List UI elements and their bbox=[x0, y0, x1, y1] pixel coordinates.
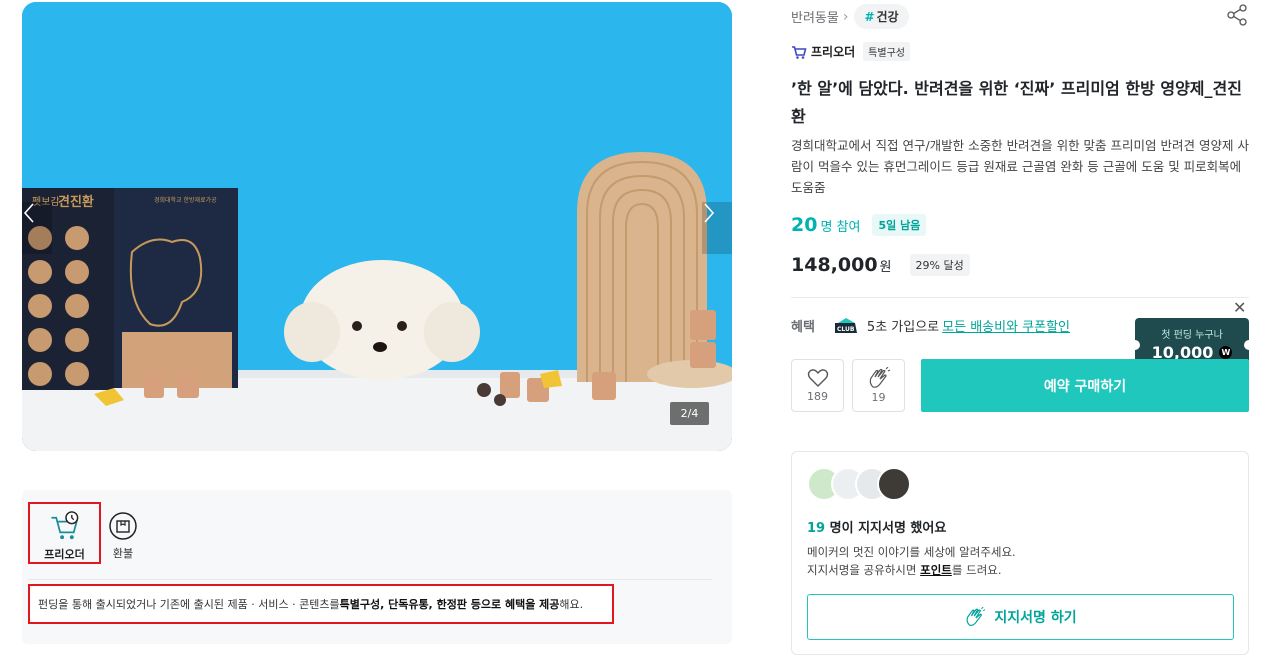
breadcrumb-category[interactable]: 반려동물 bbox=[791, 7, 839, 26]
heart-icon bbox=[807, 369, 828, 387]
preorder-label: 프리오더 bbox=[811, 45, 856, 59]
cart-icon bbox=[792, 45, 807, 59]
funding-type-description: 펀딩을 통해 출시되었거나 기존에 출시된 제품 · 서비스 · 콘텐츠를 특별… bbox=[28, 584, 614, 624]
svg-text:견진환: 견진환 bbox=[58, 194, 94, 210]
support-count: 19 bbox=[807, 521, 826, 536]
like-count: 189 bbox=[807, 390, 828, 403]
support-line-2-end: 를 드려요. bbox=[951, 563, 1002, 577]
support-sign-button-label: 지지서명 하기 bbox=[994, 610, 1077, 626]
preorder-indicator: 프리오더 특별구성 bbox=[791, 42, 910, 61]
support-signature-card: 19 명이 지지서명 했어요 메이커의 멋진 이야기를 세상에 알려주세요. 지… bbox=[791, 451, 1249, 655]
product-photo: 펫보감 견진환 경희대학교 한방재료가공 bbox=[22, 2, 732, 451]
benefit-row: 혜택 CLUB 5초 가입으로 모든 배송비와 쿠폰할인 bbox=[791, 316, 1070, 335]
participation-stats: 20 명 참여 5일 남음 bbox=[791, 214, 927, 236]
category-tag-label: 건강 bbox=[876, 10, 899, 24]
benefit-label: 혜택 bbox=[791, 320, 815, 335]
coupon-label: 첫 펀딩 누구나 bbox=[1161, 330, 1223, 341]
chevron-right-icon bbox=[704, 203, 715, 223]
supporter-avatars bbox=[807, 467, 917, 503]
carousel-next-button[interactable] bbox=[702, 202, 732, 254]
price-row: 148,000 원 29% 달성 bbox=[791, 254, 970, 276]
club-icon: CLUB bbox=[834, 317, 857, 333]
product-image-carousel[interactable]: 펫보감 견진환 경희대학교 한방재료가공 bbox=[22, 2, 732, 451]
clapping-hands-icon bbox=[869, 367, 890, 388]
description-text-end: 해요. bbox=[559, 598, 584, 611]
divider bbox=[28, 579, 712, 580]
tab-preorder-label: 프리오더 bbox=[44, 548, 85, 561]
share-icon bbox=[1227, 4, 1247, 26]
support-sign-button[interactable]: 지지서명 하기 bbox=[807, 594, 1234, 640]
breadcrumb: 반려동물 › # 건강 bbox=[791, 4, 909, 29]
support-count-title: 19 명이 지지서명 했어요 bbox=[807, 517, 946, 536]
description-text: 펀딩을 통해 출시되었거나 기존에 출시된 제품 · 서비스 · 콘텐츠를 bbox=[38, 598, 340, 611]
participant-count: 20 bbox=[791, 214, 818, 236]
description-bold-text: 특별구성, 단독유통, 한정판 등으로 혜택을 제공 bbox=[339, 598, 560, 611]
close-icon[interactable]: ✕ bbox=[1233, 298, 1246, 317]
refund-box-icon bbox=[109, 512, 137, 540]
days-left-badge: 5일 남음 bbox=[872, 214, 927, 236]
category-tag[interactable]: # 건강 bbox=[854, 4, 909, 29]
support-title-text: 명이 지지서명 했어요 bbox=[825, 521, 947, 536]
product-description: 경희대학교에서 직접 연구/개발한 소중한 반려견을 위한 맞춤 프리미엄 반려… bbox=[791, 138, 1249, 195]
won-icon: W bbox=[1219, 346, 1233, 359]
special-badge: 특별구성 bbox=[863, 42, 910, 61]
svg-text:경희대학교 한방재료가공: 경희대학교 한방재료가공 bbox=[154, 196, 217, 204]
club-label: CLUB bbox=[837, 326, 855, 333]
divider bbox=[791, 297, 1249, 298]
clapping-hands-icon bbox=[966, 607, 986, 626]
support-sign-shortcut-button[interactable]: 19 bbox=[852, 359, 905, 412]
achievement-badge: 29% 달성 bbox=[909, 254, 970, 276]
carousel-prev-button[interactable] bbox=[22, 202, 52, 254]
tab-refund-label: 환불 bbox=[112, 547, 134, 560]
preorder-buy-button[interactable]: 예약 구매하기 bbox=[921, 359, 1249, 412]
benefit-text: 5초 가입으로 bbox=[866, 320, 940, 335]
clap-count: 19 bbox=[871, 391, 886, 404]
avatar bbox=[877, 467, 911, 501]
support-line-1: 메이커의 멋진 이야기를 세상에 알려주세요. bbox=[807, 545, 1016, 559]
carousel-counter: 2/4 bbox=[670, 402, 709, 425]
benefit-link[interactable]: 모든 배송비와 쿠폰할인 bbox=[942, 316, 1070, 335]
participant-unit: 명 참여 bbox=[820, 219, 861, 235]
cart-clock-icon bbox=[50, 511, 78, 540]
like-button[interactable]: 189 bbox=[791, 359, 844, 412]
tab-preorder[interactable]: 프리오더 bbox=[28, 502, 101, 564]
chevron-right-icon: › bbox=[842, 8, 849, 25]
point-text: 포인트 bbox=[920, 563, 952, 577]
funding-type-card: 프리오더 환불 펀딩을 통해 출시되었거나 기존에 출시된 제품 · 서비스 ·… bbox=[22, 490, 732, 644]
support-line-2: 지지서명을 공유하시면 포인트를 드려요. bbox=[807, 561, 1016, 579]
support-description: 메이커의 멋진 이야기를 세상에 알려주세요. 지지서명을 공유하시면 포인트를… bbox=[807, 543, 1016, 579]
price-unit: 원 bbox=[879, 259, 892, 275]
product-title: ’한 알’에 담았다. 반려견을 위한 ‘진짜’ 프리미엄 한방 영양제_견진환 bbox=[791, 79, 1242, 126]
hash-icon: # bbox=[864, 10, 875, 24]
price-value: 148,000 bbox=[791, 254, 878, 276]
tab-refund[interactable]: 환불 bbox=[102, 502, 144, 564]
support-line-2-text: 지지서명을 공유하시면 bbox=[807, 563, 921, 577]
share-button[interactable] bbox=[1226, 4, 1248, 26]
chevron-left-icon bbox=[23, 203, 34, 223]
